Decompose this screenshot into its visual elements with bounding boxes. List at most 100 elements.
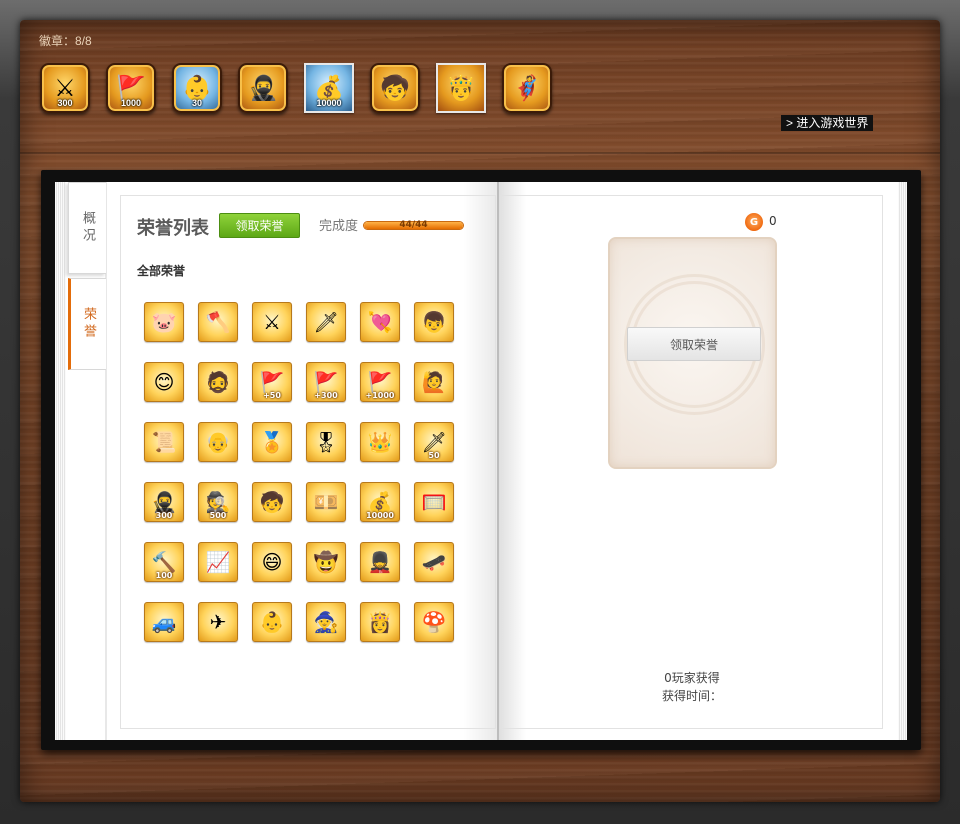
honor-number: 300	[155, 511, 173, 520]
honor-glyph: 💂	[367, 550, 393, 574]
honor-glyph: 🧙	[313, 610, 339, 634]
money-honor-icon[interactable]: 💴	[306, 482, 346, 522]
honor-glyph: ✈	[209, 610, 227, 634]
pig-honor-icon[interactable]: 🐷	[144, 302, 184, 342]
boss-honor-icon[interactable]: 🧔	[198, 362, 238, 402]
completion-label: 完成度	[319, 219, 359, 234]
chart-honor-icon[interactable]: 📈	[198, 542, 238, 582]
honor-glyph: 👶	[259, 610, 285, 634]
coins-badge-icon[interactable]: 💰 10000	[304, 63, 354, 113]
honor-glyph: 🤠	[313, 550, 339, 574]
gold-medal-honor-icon[interactable]: 🏅	[252, 422, 292, 462]
uncle-honor-icon[interactable]: 👴	[198, 422, 238, 462]
flying-badge-icon[interactable]: 🦸	[502, 63, 552, 113]
honor-glyph: 🎖	[313, 430, 339, 454]
honor-glyph: 🙋	[421, 370, 447, 394]
honor-glyph: 🥷	[151, 490, 177, 514]
spy-500-honor-icon[interactable]: 🕵 500	[198, 482, 238, 522]
honor-glyph: 💴	[313, 490, 339, 514]
honor-glyph: 😊	[153, 370, 175, 394]
honor-glyph: 🏅	[259, 430, 285, 454]
coin-count: 0	[769, 214, 777, 228]
badge-number: 300	[57, 98, 73, 108]
card-claim-honor-button[interactable]: 领取荣誉	[627, 327, 761, 361]
badge-count-label: 徽章：8/8	[39, 34, 92, 48]
obtained-players-text: 0玩家获得	[664, 671, 720, 685]
obtained-time-text: 获得时间：	[661, 689, 722, 703]
honor-glyph: 📈	[205, 550, 231, 574]
book-page-edge-right	[898, 182, 907, 740]
sword-50-honor-icon[interactable]: 🗡 50	[414, 422, 454, 462]
coin-icon: G	[745, 213, 763, 231]
honor-glyph: 🧔	[205, 370, 231, 394]
ninja-badge-icon[interactable]: 🥷	[238, 63, 288, 113]
cage-honor-icon[interactable]: 🥅	[414, 482, 454, 522]
monk-honor-icon[interactable]: 🧙	[306, 602, 346, 642]
completion-progress-text: 44/44	[399, 220, 428, 230]
badge-number: 30	[191, 98, 202, 108]
claim-honor-button[interactable]: 领取荣誉	[219, 213, 300, 238]
crown-medal-honor-icon[interactable]: 👑	[360, 422, 400, 462]
flag-1000-honor-icon[interactable]: 🚩 +1000	[360, 362, 400, 402]
flag-sword-honor-icon[interactable]: ⚔	[252, 302, 292, 342]
tab-honor[interactable]: 荣誉	[68, 278, 106, 370]
honor-number: +300	[314, 391, 338, 400]
flag-50-honor-icon[interactable]: 🚩 +50	[252, 362, 292, 402]
king-badge-icon[interactable]: 🤴	[436, 63, 486, 113]
sword-badge-icon[interactable]: ⚔ 300	[40, 63, 90, 113]
plane-honor-icon[interactable]: ✈	[198, 602, 238, 642]
flag-badge-icon[interactable]: 🚩 1000	[106, 63, 156, 113]
mushroom-honor-icon[interactable]: 🍄	[414, 602, 454, 642]
honor-glyph: 💘	[367, 310, 393, 334]
cowboy-honor-icon[interactable]: 🤠	[306, 542, 346, 582]
honor-glyph: 🕵	[205, 490, 231, 514]
character-badge-icon[interactable]: 👶 30	[172, 63, 222, 113]
honor-glyph: 👴	[205, 430, 231, 454]
honor-glyph: 🥅	[421, 490, 447, 514]
wood-divider	[20, 152, 940, 154]
flag-300-honor-icon[interactable]: 🚩 +300	[306, 362, 346, 402]
all-honors-label: 全部荣誉	[137, 264, 186, 278]
smile-kid-honor-icon[interactable]: 😄	[252, 542, 292, 582]
face-honor-icon[interactable]: 😊	[144, 362, 184, 402]
badge-number: 1000	[120, 98, 142, 108]
cupid-honor-icon[interactable]: 💘	[360, 302, 400, 342]
honor-glyph: 🍄	[421, 610, 447, 634]
honor-glyph: 👸	[367, 610, 393, 634]
honor-glyph: ⚔	[263, 310, 281, 334]
honor-glyph: 👑	[367, 430, 393, 454]
honor-number: +1000	[365, 391, 395, 400]
soldier-honor-icon[interactable]: 💂	[360, 542, 400, 582]
red-flag-sword-honor-icon[interactable]: 🗡	[306, 302, 346, 342]
baby-honor-icon[interactable]: 👶	[252, 602, 292, 642]
honor-number: 500	[209, 511, 227, 520]
book-spine	[497, 182, 499, 740]
honor-glyph: 🚙	[151, 610, 177, 634]
mace-100-honor-icon[interactable]: 🔨 100	[144, 542, 184, 582]
honor-glyph: 🔨	[151, 550, 177, 574]
honor-glyph: 💰	[367, 490, 393, 514]
honor-glyph: 🗡	[313, 310, 339, 334]
honor-glyph: 🚩	[259, 370, 285, 394]
honor-glyph: 🧒	[259, 490, 285, 514]
tab-overview[interactable]: 概况	[68, 182, 106, 274]
enter-game-world-link[interactable]: > 进入游戏世界	[781, 115, 874, 131]
hero-badge-icon[interactable]: 🧒	[370, 63, 420, 113]
blue-kid-honor-icon[interactable]: 🧒	[252, 482, 292, 522]
car-honor-icon[interactable]: 🚙	[144, 602, 184, 642]
honor-number: +50	[263, 391, 281, 400]
honor-glyph: 👦	[421, 310, 447, 334]
kid-flag-honor-icon[interactable]: 🙋	[414, 362, 454, 402]
scroll-honor-icon[interactable]: 📜	[144, 422, 184, 462]
princess-honor-icon[interactable]: 👸	[360, 602, 400, 642]
honor-glyph: 🚩	[367, 370, 393, 394]
flag-axe-honor-icon[interactable]: 🪓	[198, 302, 238, 342]
badge-number: 10000	[316, 98, 342, 108]
ninja-300-honor-icon[interactable]: 🥷 300	[144, 482, 184, 522]
kid-honor-icon[interactable]: 👦	[414, 302, 454, 342]
skate-kid-honor-icon[interactable]: 🛹	[414, 542, 454, 582]
coins-10000-honor-icon[interactable]: 💰 10000	[360, 482, 400, 522]
honor-list-title: 荣誉列表	[137, 218, 209, 239]
honor-number: 10000	[366, 511, 394, 520]
wing-medal-honor-icon[interactable]: 🎖	[306, 422, 346, 462]
